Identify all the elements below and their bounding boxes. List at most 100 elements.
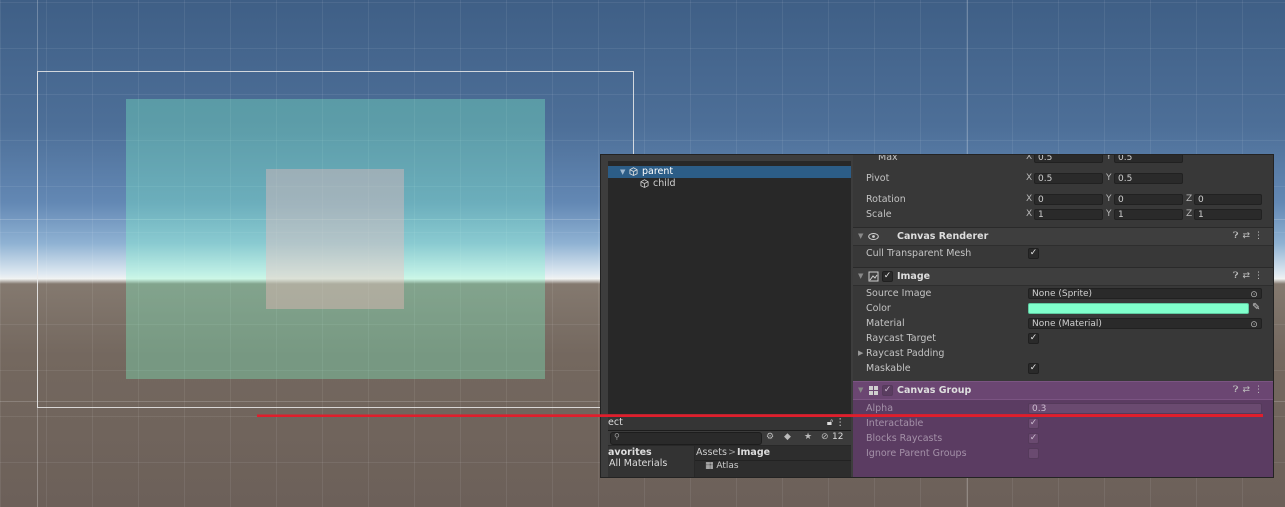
color-row: Color ✎ [853,301,1273,316]
ignore-parent-groups-row: Ignore Parent Groups [853,446,1273,461]
presets-icon[interactable]: ⇄ [1242,385,1254,395]
scale-z-field[interactable]: 1 [1194,209,1262,220]
material-label: Material [866,318,905,329]
expand-arrow-icon[interactable]: ▼ [620,166,625,178]
max-row: Max X 0.5 Y 0.5 [853,155,1273,165]
image-enabled-checkbox[interactable]: ✓ [882,271,893,282]
canvas-group-icon [868,385,879,396]
maskable-label: Maskable [866,363,911,374]
object-picker-icon[interactable]: ⊙ [1249,320,1259,330]
canvas-renderer-header[interactable]: ▼ Canvas Renderer ❓︎⇄⋮ [853,227,1273,246]
maskable-checkbox[interactable]: ✓ [1028,363,1039,374]
fold-arrow-icon[interactable]: ▼ [858,382,863,399]
presets-icon[interactable]: ⇄ [1242,271,1254,281]
max-y-field[interactable]: 0.5 [1114,155,1183,163]
canvas-group-title: Canvas Group [897,385,972,396]
favorite-star-icon[interactable]: ★ [804,432,812,442]
pivot-row: Pivot X 0.5 Y 0.5 [853,171,1273,186]
interactable-checkbox[interactable]: ✓ [1028,418,1039,429]
raycast-padding-label: Raycast Padding [866,348,945,359]
max-x-field[interactable]: 0.5 [1034,155,1103,163]
component-menu-icon[interactable]: ⋮ [1254,231,1267,241]
project-favorites-column: avorites All Materials [608,446,694,477]
source-image-row: Source Image None (Sprite) ⊙ [853,286,1273,301]
project-panel: ect 🔓︎ ⋮ ⚲ ⚙ ◆ ★ ⊘ 12 avorites All Mater… [608,415,851,477]
scale-y-field[interactable]: 1 [1114,209,1183,220]
source-image-field[interactable]: None (Sprite) ⊙ [1028,288,1262,300]
raycast-padding-row[interactable]: ▶ Raycast Padding [853,346,1273,361]
rotation-label: Rotation [866,194,906,205]
more-menu-icon[interactable]: ⋮ [836,416,846,430]
rotation-x-field[interactable]: 0 [1034,194,1103,205]
image-component-title: Image [897,271,931,282]
color-swatch[interactable] [1028,303,1249,314]
project-tab-bar: ect 🔓︎ ⋮ [608,416,851,431]
child-image-object[interactable] [266,169,404,309]
axis-y-label: Y [1106,194,1112,204]
presets-icon[interactable]: ⇄ [1242,231,1254,241]
interactable-label: Interactable [866,418,924,429]
hierarchy-item-parent[interactable]: ▼ parent [608,166,851,178]
axis-z-label: Z [1186,194,1193,204]
rotation-row: Rotation X 0 Y 0 Z 0 [853,192,1273,207]
canvas-group-enabled-checkbox[interactable]: ✓ [882,385,893,396]
favorites-heading[interactable]: avorites [608,447,652,458]
blocks-raycasts-checkbox[interactable]: ✓ [1028,433,1039,444]
axis-y-label: Y [1106,209,1112,219]
ignore-parent-groups-label: Ignore Parent Groups [866,448,967,459]
scale-x-field[interactable]: 1 [1034,209,1103,220]
asset-item[interactable]: ▦ Atlas [705,461,739,471]
asset-item-label: Atlas [716,461,739,471]
lock-icon[interactable]: 🔓︎ [827,416,833,430]
eyedropper-icon[interactable]: ✎ [1252,302,1260,313]
interactable-row: Interactable ✓ [853,416,1273,431]
cull-transparent-row: Cull Transparent Mesh ✓ [853,246,1273,261]
hierarchy-panel: ▼ parent child [608,161,851,414]
canvas-group-header[interactable]: ▼ ✓ Canvas Group ❓︎⇄⋮ [853,381,1273,400]
all-materials-item[interactable]: All Materials [609,458,667,469]
inspector-panel: Max X 0.5 Y 0.5 Pivot X 0.5 Y 0.5 Rotati… [853,155,1273,477]
project-toolbar: ⚲ ⚙ ◆ ★ ⊘ 12 [608,431,851,445]
pivot-y-field[interactable]: 0.5 [1114,173,1183,184]
project-search-input[interactable]: ⚲ [610,432,762,445]
fold-arrow-icon[interactable]: ▼ [858,268,863,285]
ignore-parent-groups-checkbox[interactable] [1028,448,1039,459]
expand-arrow-icon[interactable]: ▶ [858,346,863,361]
hierarchy-item-label: parent [642,166,674,177]
cube-icon [629,167,638,176]
breadcrumb-current[interactable]: Image [737,447,770,459]
material-field[interactable]: None (Material) ⊙ [1028,318,1262,330]
label-filter-icon[interactable]: ◆ [784,432,791,442]
fold-arrow-icon[interactable]: ▼ [858,228,863,245]
component-menu-icon[interactable]: ⋮ [1254,385,1267,395]
create-menu-icon[interactable]: ⚙ [766,432,774,442]
axis-y-label: Y [1106,155,1112,162]
breadcrumb-root[interactable]: Assets [696,447,727,459]
pivot-x-field[interactable]: 0.5 [1034,173,1103,184]
axis-z-label: Z [1186,209,1193,219]
scale-label: Scale [866,209,892,220]
atlas-icon: ▦ [705,461,714,471]
raycast-target-label: Raycast Target [866,333,936,344]
component-tools: ❓︎⇄⋮ [1233,382,1267,399]
image-component-header[interactable]: ▼ ✓ Image ❓︎⇄⋮ [853,267,1273,286]
maskable-row: Maskable ✓ [853,361,1273,376]
pivot-label: Pivot [866,173,890,184]
object-picker-icon[interactable]: ⊙ [1249,290,1259,300]
hierarchy-item-child[interactable]: child [608,178,851,190]
cull-transparent-checkbox[interactable]: ✓ [1028,248,1039,259]
breadcrumb: Assets > Image [695,447,851,461]
rotation-y-field[interactable]: 0 [1114,194,1183,205]
rotation-z-field[interactable]: 0 [1194,194,1262,205]
alpha-field[interactable]: 0.3 [1028,403,1262,414]
cull-transparent-label: Cull Transparent Mesh [866,248,972,259]
canvas-group-component: ▼ ✓ Canvas Group ❓︎⇄⋮ Alpha 0.3 Interact… [853,381,1273,477]
axis-x-label: X [1026,173,1033,183]
axis-y-label: Y [1106,173,1112,183]
component-menu-icon[interactable]: ⋮ [1254,271,1267,281]
canvas-renderer-title: Canvas Renderer [897,231,989,242]
project-tab[interactable]: ect [608,416,623,430]
raycast-target-checkbox[interactable]: ✓ [1028,333,1039,344]
axis-x-label: X [1026,209,1033,219]
hidden-packages-icon[interactable]: ⊘ [821,432,829,442]
